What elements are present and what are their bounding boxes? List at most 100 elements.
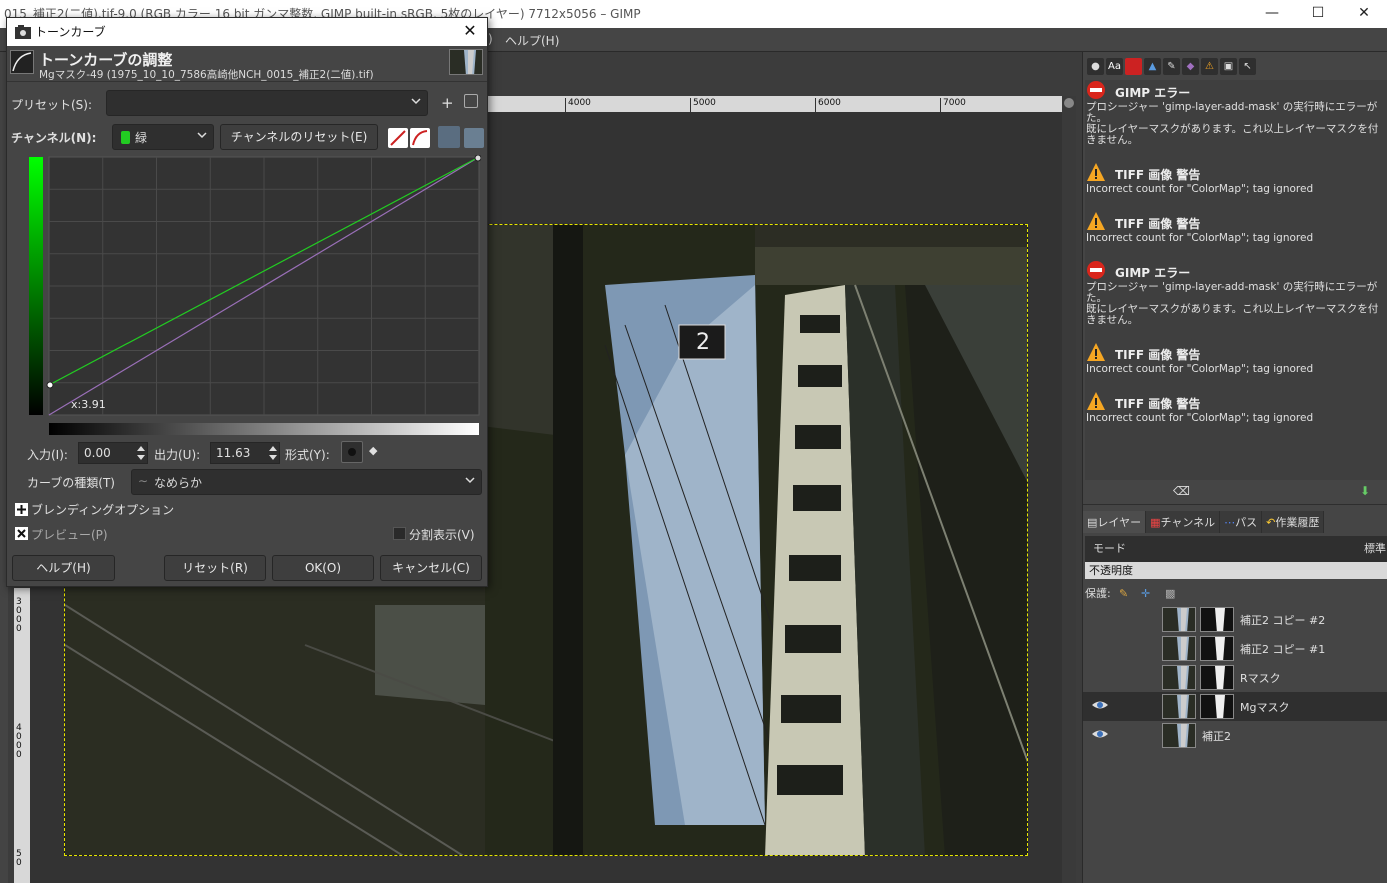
menu-item-help[interactable]: ヘルプ(H): [505, 32, 559, 49]
close-window-button[interactable]: ✕: [1341, 0, 1387, 28]
preset-combo[interactable]: [106, 90, 428, 116]
ruler-tick-5000: 5000: [690, 98, 716, 112]
opacity-slider[interactable]: 不透明度: [1085, 562, 1387, 579]
spin-arrows-icon[interactable]: [135, 443, 147, 463]
curves-dialog: トーンカーブ ✕ トーンカーブの調整 Mgマスク-49 (1975_10_10_…: [6, 17, 488, 587]
image-histogram-icon[interactable]: [438, 126, 460, 148]
curve-graph[interactable]: x:3.91: [13, 154, 482, 455]
preview-checkbox[interactable]: [15, 527, 28, 540]
layer-thumbnail[interactable]: [1162, 636, 1196, 661]
layer-thumbnail[interactable]: [1162, 694, 1196, 719]
curve-graph-svg[interactable]: x:3.91: [13, 154, 482, 455]
channel-label: チャンネル(N):: [11, 131, 97, 145]
layer-mode-select[interactable]: モード 標準: [1085, 536, 1387, 562]
output-gradient-bar: [29, 157, 43, 415]
layer-thumbnail[interactable]: [1162, 665, 1196, 690]
histogram-icon[interactable]: ▲: [1144, 58, 1161, 75]
warning-icon: [1087, 163, 1105, 181]
layer-mask-thumbnail[interactable]: [1200, 636, 1234, 661]
message-body: Incorrect count for "ColorMap"; tag igno…: [1086, 412, 1314, 424]
layer-row[interactable]: Mgマスク: [1083, 692, 1387, 721]
vertical-scrollbar[interactable]: [1062, 96, 1076, 883]
error-icon: [1087, 261, 1105, 279]
layer-row[interactable]: Rマスク: [1083, 663, 1387, 692]
horizontal-ruler[interactable]: 4000 5000 6000 7000: [487, 96, 1062, 112]
curve-control-point: [474, 154, 482, 162]
pointer-icon[interactable]: ↖: [1239, 58, 1256, 75]
clear-errors-icon[interactable]: ⌫: [1173, 484, 1190, 498]
error-console-icon[interactable]: ⚠: [1201, 58, 1218, 75]
window-controls: — ☐ ✕: [1249, 0, 1387, 28]
layer-row[interactable]: 補正2 コピー #2: [1083, 605, 1387, 634]
eye-icon[interactable]: [1091, 698, 1109, 712]
device-status-icon[interactable]: ▣: [1220, 58, 1237, 75]
layer-mask-thumbnail[interactable]: [1200, 694, 1234, 719]
help-button[interactable]: ヘルプ(H): [12, 555, 115, 581]
close-icon[interactable]: ✕: [461, 22, 479, 40]
channel-combo[interactable]: 緑: [112, 124, 214, 150]
input-gradient-bar: [49, 423, 479, 435]
split-view-checkbox[interactable]: [393, 527, 406, 540]
blending-options-label[interactable]: ブレンディングオプション: [31, 501, 174, 518]
linear-histogram-icon[interactable]: [388, 128, 408, 148]
input-spinbutton[interactable]: 0.00: [78, 442, 148, 464]
tool-options-icon[interactable]: ●: [1087, 58, 1104, 75]
lock-position-icon[interactable]: ✛: [1141, 584, 1150, 604]
paint-dynamics-icon[interactable]: ✎: [1163, 58, 1180, 75]
fonts-icon[interactable]: Aa: [1106, 58, 1123, 75]
menu-item-partial[interactable]: ): [488, 32, 493, 46]
layer-thumbnail: [449, 49, 483, 75]
type-label: 形式(Y):: [285, 448, 330, 462]
tab-undo-history[interactable]: ↶作業履歴: [1262, 511, 1325, 533]
chevron-down-icon: [411, 98, 421, 105]
preset-menu-icon[interactable]: [464, 94, 478, 108]
layer-row[interactable]: 補正2: [1083, 721, 1387, 750]
message-body: Incorrect count for "ColorMap"; tag igno…: [1086, 183, 1314, 195]
minimize-button[interactable]: —: [1249, 0, 1295, 28]
output-spinbutton[interactable]: 11.63: [210, 442, 280, 464]
eye-hidden-slot[interactable]: [1091, 611, 1109, 625]
corner-point-icon[interactable]: ◆: [369, 444, 377, 457]
layer-thumbnail[interactable]: [1162, 723, 1196, 748]
dock-separator[interactable]: [1083, 504, 1387, 505]
tab-channels[interactable]: ▦チャンネル: [1146, 511, 1221, 533]
error-icon: [1087, 81, 1105, 99]
protect-label: 保護:: [1085, 587, 1111, 600]
message-body: Incorrect count for "ColorMap"; tag igno…: [1086, 363, 1314, 375]
right-dock: ● Aa ▲ ✎ ◆ ⚠ ▣ ↖ GIMP エラー プロシージャー 'gimp-…: [1082, 52, 1387, 883]
brushes-icon[interactable]: [1125, 58, 1142, 75]
message-title: GIMP エラー: [1115, 86, 1191, 100]
patterns-icon[interactable]: ◆: [1182, 58, 1199, 75]
log-histogram-icon[interactable]: [410, 128, 430, 148]
eye-hidden-slot[interactable]: [1091, 669, 1109, 683]
channel-histogram-icon[interactable]: [464, 128, 484, 148]
ok-button[interactable]: OK(O): [272, 555, 374, 581]
expand-blending-icon[interactable]: [15, 503, 28, 516]
curve-type-label: カーブの種類(T): [27, 476, 115, 490]
message-title: GIMP エラー: [1115, 266, 1191, 280]
save-errors-icon[interactable]: ⬇: [1360, 484, 1370, 498]
navigate-icon[interactable]: [1064, 98, 1074, 108]
split-view-label: 分割表示(V): [409, 528, 475, 542]
channel-reset-button[interactable]: チャンネルのリセット(E): [220, 124, 378, 150]
cancel-button[interactable]: キャンセル(C): [380, 555, 482, 581]
tab-layers[interactable]: ▤レイヤー: [1083, 511, 1147, 533]
tab-paths[interactable]: ⋯パス: [1220, 511, 1263, 533]
reset-button[interactable]: リセット(R): [164, 555, 266, 581]
eye-icon[interactable]: [1091, 727, 1109, 741]
spin-arrows-icon[interactable]: [267, 443, 279, 463]
layer-mask-thumbnail[interactable]: [1200, 665, 1234, 690]
layer-thumbnail[interactable]: [1162, 607, 1196, 632]
smooth-point-button[interactable]: [341, 441, 363, 463]
eye-hidden-slot[interactable]: [1091, 640, 1109, 654]
layer-row[interactable]: 補正2 コピー #1: [1083, 634, 1387, 663]
vertical-ruler[interactable]: 3 0 0 0 4 0 0 0 5 0: [14, 588, 30, 883]
dialog-header: トーンカーブの調整 Mgマスク-49 (1975_10_10_7586高崎他NC…: [7, 46, 487, 82]
add-preset-button[interactable]: +: [441, 94, 454, 112]
curve-type-combo[interactable]: ∼ なめらか: [131, 469, 482, 495]
lock-alpha-icon[interactable]: ▩: [1165, 584, 1175, 604]
dialog-titlebar[interactable]: トーンカーブ ✕: [7, 18, 487, 46]
lock-pixels-icon[interactable]: ✎: [1119, 584, 1128, 604]
maximize-button[interactable]: ☐: [1295, 0, 1341, 28]
layer-mask-thumbnail[interactable]: [1200, 607, 1234, 632]
